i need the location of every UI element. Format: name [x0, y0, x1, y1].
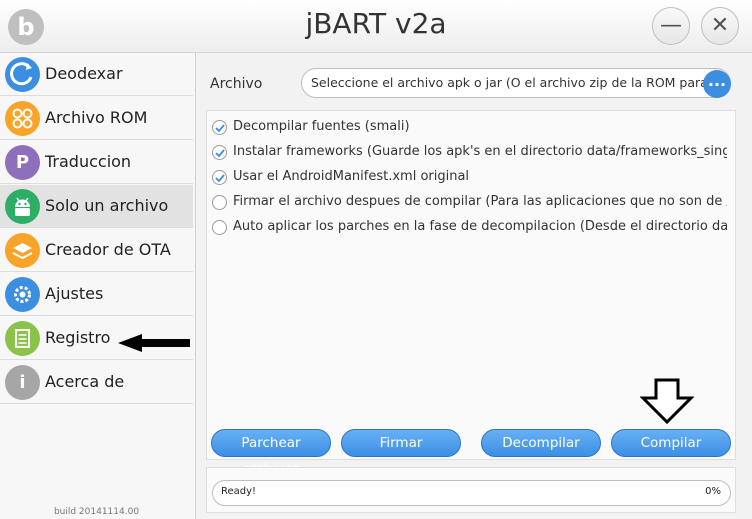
option-label: Auto aplicar los parches en la fase de d… [233, 219, 727, 234]
option-label: Decompilar fuentes (smali) [233, 119, 410, 134]
rom-icon [5, 101, 40, 136]
checkbox-icon[interactable] [212, 145, 227, 160]
checkbox-icon[interactable] [212, 120, 227, 135]
window-title: jBART v2a [305, 7, 447, 40]
sidebar-item-deodexar[interactable]: Deodexar [0, 53, 193, 96]
progress-percent: 0% [705, 486, 721, 497]
sidebar-item-label: Registro [45, 328, 111, 347]
sidebar-item-archivo-rom[interactable]: Archivo ROM [0, 97, 193, 140]
checkbox-icon[interactable] [212, 195, 227, 210]
down-arrow-icon [640, 378, 694, 424]
checkbox-icon[interactable] [212, 170, 227, 185]
sidebar-item-traduccion[interactable]: P Traduccion [0, 141, 193, 184]
gear-icon [5, 277, 40, 312]
file-path-input[interactable]: Seleccione el archivo apk o jar (O el ar… [301, 68, 731, 98]
sidebar-item-label: Deodexar [45, 64, 123, 83]
sidebar-item-creador-de-ota[interactable]: Creador de OTA [0, 229, 193, 272]
sidebar-item-label: Traduccion [45, 152, 132, 171]
title-bar: b jBART v2a — ✕ [0, 0, 752, 53]
checkbox-icon[interactable] [212, 220, 227, 235]
minimize-button[interactable]: — [652, 7, 690, 45]
android-icon [5, 189, 40, 224]
build-version: build 20141114.00 [53, 507, 140, 517]
option-label: Instalar frameworks (Guarde los apk's en… [233, 144, 727, 159]
info-icon: i [5, 365, 40, 400]
progress-bar: Ready! 0% [212, 480, 731, 506]
compile-button[interactable]: Compilar [611, 429, 731, 457]
sidebar: Deodexar Archivo ROM P Traduccion Solo u… [0, 53, 196, 519]
status-panel: Ready! 0% [206, 467, 736, 513]
sidebar-item-label: Archivo ROM [45, 108, 148, 127]
deodex-icon [5, 57, 40, 92]
document-icon [5, 321, 40, 356]
sidebar-item-label: Acerca de [45, 372, 125, 391]
option-install-frameworks[interactable]: Instalar frameworks (Guarde los apk's en… [212, 143, 727, 163]
sign-button[interactable]: Firmar [341, 429, 461, 457]
sidebar-item-label: Solo un archivo [45, 196, 169, 215]
option-label: Firmar el archivo despues de compilar (P… [233, 194, 727, 209]
file-label: Archivo [210, 76, 263, 92]
option-sign-after-compile[interactable]: Firmar el archivo despues de compilar (P… [212, 193, 727, 213]
left-arrow-icon [118, 334, 190, 352]
decompile-button[interactable]: Decompilar [481, 429, 601, 457]
sidebar-item-acerca-de[interactable]: i Acerca de [0, 361, 193, 404]
translate-icon: P [5, 145, 40, 180]
layers-icon [5, 233, 40, 268]
sidebar-item-ajustes[interactable]: Ajustes [0, 273, 193, 316]
sidebar-item-label: Creador de OTA [45, 240, 171, 259]
option-label: Usar el AndroidManifest.xml original [233, 169, 470, 184]
main-panel: Archivo Seleccione el archivo apk o jar … [196, 53, 752, 519]
status-text: Ready! [221, 486, 257, 497]
option-decompile-sources[interactable]: Decompilar fuentes (smali) [212, 118, 727, 138]
close-button[interactable]: ✕ [701, 7, 739, 45]
option-auto-apply-patches[interactable]: Auto aplicar los parches en la fase de d… [212, 218, 727, 238]
sidebar-item-solo-un-archivo[interactable]: Solo un archivo [0, 185, 193, 228]
option-original-manifest[interactable]: Usar el AndroidManifest.xml original [212, 168, 727, 188]
browse-button[interactable]: ... [703, 70, 731, 98]
patch-files-button[interactable]: Parchear archivos [211, 429, 331, 477]
sidebar-item-label: Ajustes [45, 284, 104, 303]
